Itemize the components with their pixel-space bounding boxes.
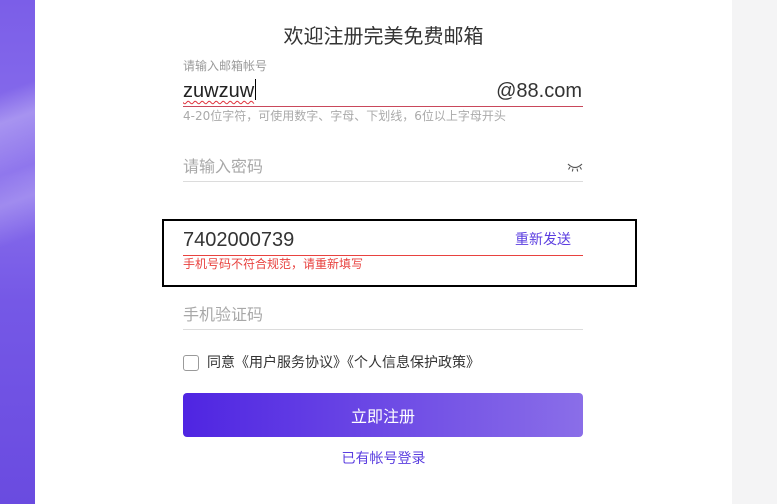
eye-closed-icon[interactable]	[567, 158, 583, 172]
email-label: 请输入邮箱帐号	[183, 59, 268, 73]
phone-input[interactable]	[183, 226, 503, 255]
agreement-text[interactable]: 同意《用户服务协议》《个人信息保护政策》	[207, 354, 480, 372]
sms-code-field	[183, 300, 583, 330]
agreement-checkbox[interactable]	[183, 355, 199, 371]
phone-error-message: 手机号码不符合规范，请重新填写	[183, 257, 364, 271]
phone-field: 重新发送	[183, 226, 583, 256]
background-right-area	[732, 0, 777, 504]
resend-code-button[interactable]: 重新发送	[515, 231, 571, 249]
page-title: 欢迎注册完美免费邮箱	[283, 24, 484, 48]
email-value: zuwzuw	[183, 80, 255, 102]
password-input[interactable]	[183, 152, 583, 181]
email-hint: 4-20位字符，可使用数字、字母、下划线，6位以上字母开头	[183, 109, 506, 123]
password-field	[183, 152, 583, 182]
email-domain-suffix: @88.com	[496, 80, 582, 102]
register-button[interactable]: 立即注册	[183, 393, 583, 437]
text-caret	[255, 79, 257, 100]
login-link[interactable]: 已有帐号登录	[35, 450, 732, 468]
sms-code-input[interactable]	[183, 300, 583, 329]
background-left-decoration	[0, 0, 35, 504]
email-input[interactable]: zuwzuw @88.com	[183, 77, 583, 107]
